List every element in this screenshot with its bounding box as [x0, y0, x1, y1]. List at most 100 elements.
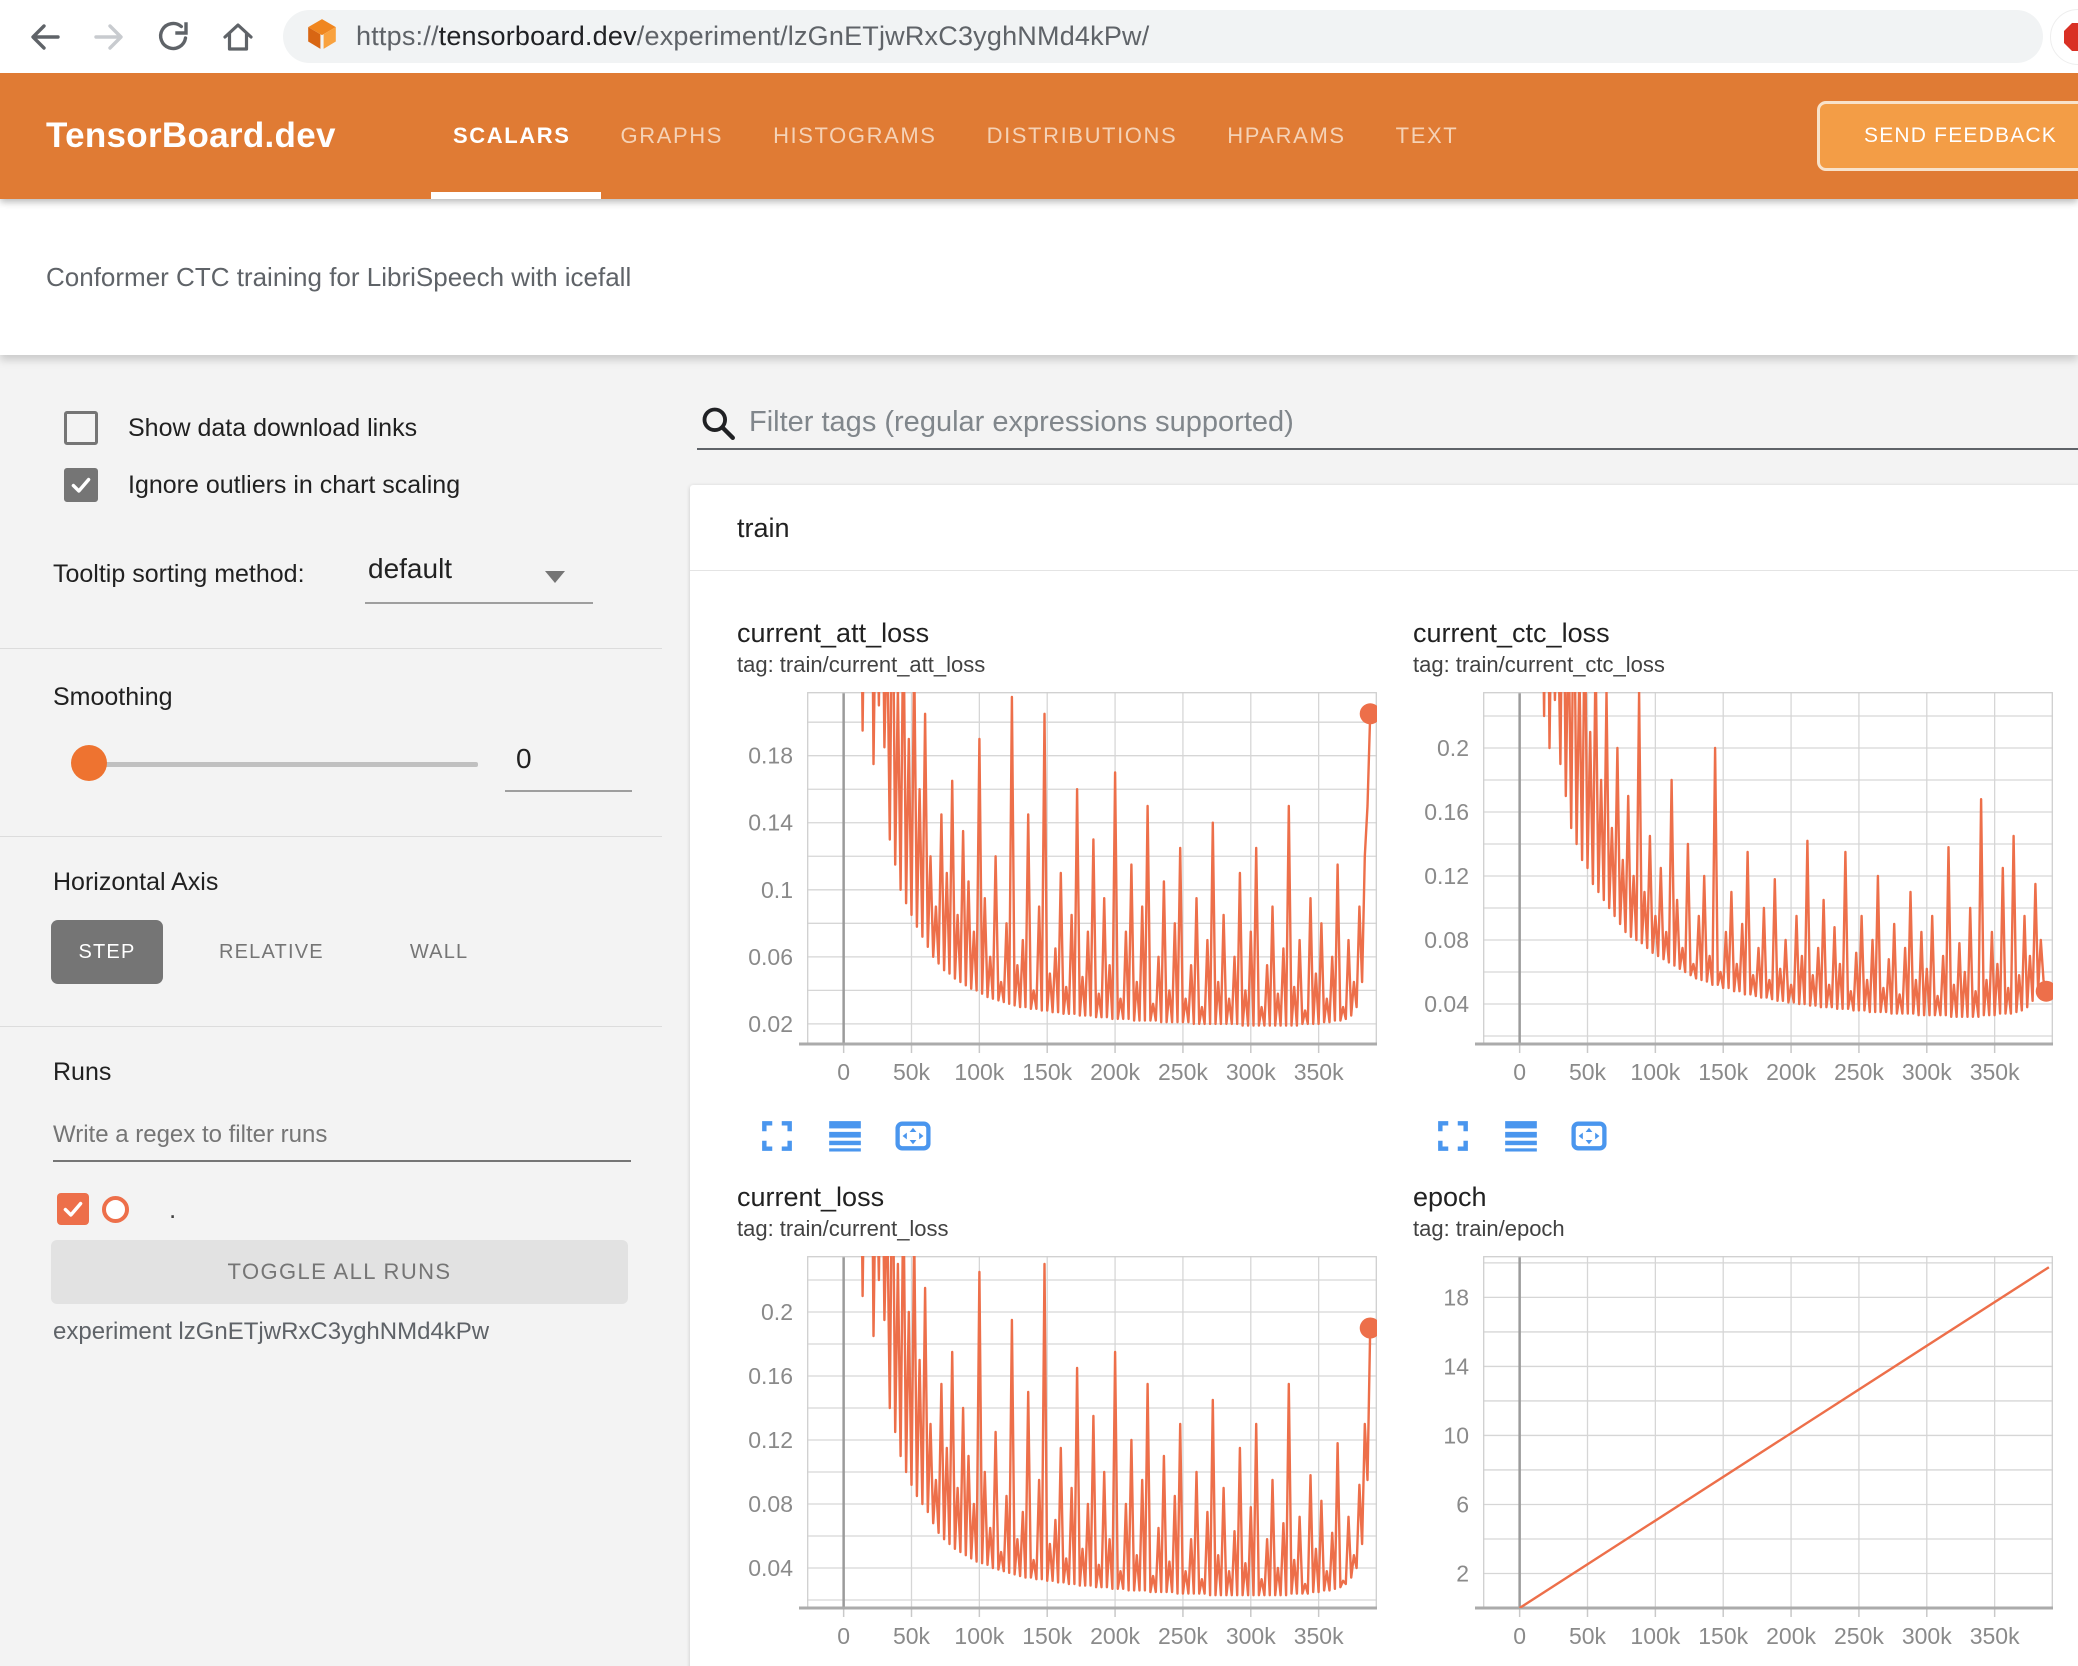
- tab-histograms[interactable]: HISTOGRAMS: [773, 123, 937, 149]
- browser-reload-icon[interactable]: [150, 14, 196, 60]
- log-scale-icon[interactable]: [825, 1116, 865, 1156]
- chart-tag: tag: train/current_ctc_loss: [1413, 652, 1665, 677]
- svg-text:14: 14: [1443, 1353, 1469, 1379]
- tab-hparams[interactable]: HPARAMS: [1227, 123, 1345, 149]
- browser-forward-icon[interactable]: [86, 14, 132, 60]
- log-scale-icon[interactable]: [1501, 1116, 1541, 1156]
- chart-title: epoch: [1413, 1182, 1487, 1212]
- svg-text:0: 0: [837, 1623, 850, 1649]
- horizontal-axis-options: STEP RELATIVE WALL: [51, 920, 498, 984]
- svg-text:0.2: 0.2: [1437, 735, 1469, 761]
- svg-text:150k: 150k: [1698, 1623, 1748, 1649]
- chart-title: current_ctc_loss: [1413, 618, 1610, 648]
- tab-scalars[interactable]: SCALARS: [453, 123, 571, 149]
- active-tab-underline: [431, 192, 601, 199]
- tab-distributions[interactable]: DISTRIBUTIONS: [987, 123, 1178, 149]
- app-header: TensorBoard.dev SCALARS GRAPHS HISTOGRAM…: [0, 73, 2078, 199]
- svg-text:300k: 300k: [1226, 1623, 1276, 1649]
- show-download-links-row[interactable]: Show data download links: [64, 411, 417, 445]
- address-bar[interactable]: https://tensorboard.dev/experiment/lzGnE…: [283, 10, 2043, 63]
- ignore-outliers-checkbox[interactable]: [64, 468, 98, 502]
- svg-text:10: 10: [1443, 1422, 1469, 1448]
- svg-text:300k: 300k: [1226, 1059, 1276, 1085]
- smoothing-slider-track[interactable]: [88, 762, 478, 767]
- url-text: https://tensorboard.dev/experiment/lzGnE…: [356, 21, 1150, 51]
- svg-text:50k: 50k: [1569, 1623, 1607, 1649]
- tab-graphs[interactable]: GRAPHS: [621, 123, 724, 149]
- svg-text:0.12: 0.12: [748, 1427, 793, 1453]
- axis-option-wall[interactable]: WALL: [380, 920, 499, 984]
- runs-filter-input[interactable]: [53, 1110, 631, 1162]
- chart-plot[interactable]: 2 6 10 14 18 0 50k 100k 150k 200k 250k 300k 350k: [1413, 1256, 2053, 1650]
- svg-text:200k: 200k: [1090, 1059, 1140, 1085]
- svg-text:200k: 200k: [1766, 1059, 1816, 1085]
- svg-text:0: 0: [1513, 1623, 1526, 1649]
- svg-text:250k: 250k: [1834, 1059, 1884, 1085]
- chart-card-current_ctc_loss: current_ctc_loss tag: train/current_ctc_…: [1413, 618, 2057, 1156]
- browser-back-icon[interactable]: [22, 14, 68, 60]
- fullscreen-icon[interactable]: [1433, 1116, 1473, 1156]
- svg-text:350k: 350k: [1294, 1059, 1344, 1085]
- svg-text:250k: 250k: [1834, 1623, 1884, 1649]
- tooltip-sorting-label: Tooltip sorting method:: [53, 560, 305, 588]
- ignore-outliers-label: Ignore outliers in chart scaling: [128, 470, 461, 499]
- run-checkbox[interactable]: [57, 1193, 89, 1225]
- svg-text:50k: 50k: [893, 1059, 931, 1085]
- svg-text:0.18: 0.18: [748, 743, 793, 769]
- app-logo[interactable]: TensorBoard.dev: [46, 73, 336, 199]
- run-color-swatch: [102, 1195, 129, 1223]
- tooltip-sorting-select[interactable]: default: [368, 553, 452, 585]
- nav-tabs: SCALARS GRAPHS HISTOGRAMS DISTRIBUTIONS …: [453, 73, 1458, 199]
- svg-text:250k: 250k: [1158, 1623, 1208, 1649]
- search-icon: [702, 407, 735, 440]
- run-row[interactable]: .: [57, 1193, 176, 1225]
- tab-text[interactable]: TEXT: [1396, 123, 1459, 149]
- svg-text:50k: 50k: [1569, 1059, 1607, 1085]
- toggle-all-runs-button[interactable]: TOGGLE ALL RUNS: [51, 1240, 628, 1304]
- svg-text:0: 0: [837, 1059, 850, 1085]
- chart-plot[interactable]: 0.04 0.08 0.12 0.16 0.2 0 50k 100k 150k 200k 250k 3…: [737, 1256, 1381, 1650]
- browser-extension-icon[interactable]: [2050, 9, 2078, 65]
- chart-card-epoch: epoch tag: train/epoch 2 6 10 14 18 0 50k 100k 1…: [1413, 1182, 2057, 1666]
- svg-text:200k: 200k: [1766, 1623, 1816, 1649]
- fullscreen-icon[interactable]: [757, 1116, 797, 1156]
- svg-text:150k: 150k: [1022, 1623, 1072, 1649]
- show-download-links-checkbox[interactable]: [64, 411, 98, 445]
- svg-text:0.2: 0.2: [761, 1299, 793, 1325]
- ignore-outliers-row[interactable]: Ignore outliers in chart scaling: [64, 468, 460, 502]
- axis-option-relative[interactable]: RELATIVE: [189, 920, 354, 984]
- svg-text:0.04: 0.04: [1424, 991, 1469, 1017]
- experiment-title-bar: Conformer CTC training for LibriSpeech w…: [0, 199, 2078, 355]
- svg-text:0.04: 0.04: [748, 1555, 793, 1581]
- svg-text:100k: 100k: [954, 1059, 1004, 1085]
- svg-text:200k: 200k: [1090, 1623, 1140, 1649]
- divider: [0, 1026, 662, 1027]
- svg-text:350k: 350k: [1970, 1623, 2020, 1649]
- fit-domain-icon[interactable]: [893, 1116, 933, 1156]
- send-feedback-button[interactable]: SEND FEEDBACK: [1817, 101, 2078, 171]
- svg-text:150k: 150k: [1022, 1059, 1072, 1085]
- svg-text:0.02: 0.02: [748, 1011, 793, 1037]
- smoothing-slider-thumb[interactable]: [71, 745, 107, 781]
- fit-domain-icon[interactable]: [1569, 1116, 1609, 1156]
- svg-text:0.16: 0.16: [1424, 799, 1469, 825]
- chart-actions: [757, 1116, 1381, 1156]
- horizontal-axis-label: Horizontal Axis: [53, 868, 219, 896]
- svg-text:350k: 350k: [1294, 1623, 1344, 1649]
- svg-text:250k: 250k: [1158, 1059, 1208, 1085]
- svg-text:0.14: 0.14: [748, 810, 793, 836]
- svg-text:100k: 100k: [1630, 1623, 1680, 1649]
- svg-text:0.06: 0.06: [748, 944, 793, 970]
- browser-toolbar: https://tensorboard.dev/experiment/lzGnE…: [0, 0, 2078, 73]
- axis-option-step[interactable]: STEP: [51, 920, 163, 984]
- divider: [0, 648, 662, 649]
- chart-plot[interactable]: 0.02 0.06 0.1 0.14 0.18 0 50k 100k 150k 200k 250k 3…: [737, 692, 1381, 1086]
- tag-filter-input[interactable]: [749, 397, 2078, 447]
- svg-text:0.08: 0.08: [748, 1491, 793, 1517]
- group-title[interactable]: train: [737, 513, 790, 544]
- chart-plot[interactable]: 0.04 0.08 0.12 0.16 0.2 0 50k 100k 150k 200k 250k 3…: [1413, 692, 2057, 1086]
- chart-card-current_loss: current_loss tag: train/current_loss 0.0…: [737, 1182, 1381, 1666]
- browser-home-icon[interactable]: [215, 14, 261, 60]
- smoothing-value[interactable]: 0: [512, 743, 632, 775]
- chevron-down-icon[interactable]: [545, 571, 565, 583]
